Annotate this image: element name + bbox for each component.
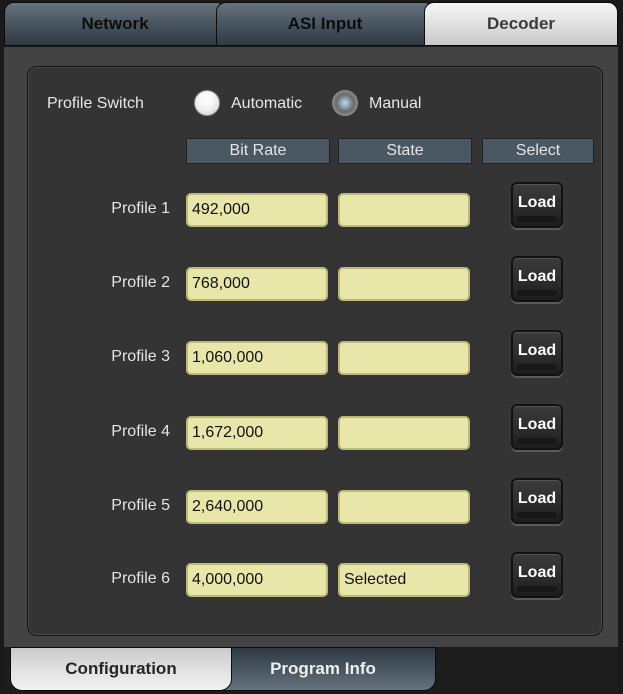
tab-configuration-label: Configuration — [65, 659, 177, 678]
profile-1-bit-rate: 492,000 — [186, 193, 328, 227]
profile-5-bit-rate: 2,640,000 — [186, 490, 328, 524]
profile-3-state — [338, 341, 470, 375]
select-header-label: Select — [515, 142, 561, 159]
profile-1-load-button[interactable]: Load — [511, 182, 563, 228]
profile-1-state — [338, 193, 470, 227]
tab-decoder-label: Decoder — [486, 14, 556, 33]
profile-6-label: Profile 6 — [111, 570, 170, 587]
profile-5-label: Profile 5 — [111, 497, 170, 514]
profile-2-state — [338, 267, 470, 301]
state-header: State — [338, 138, 472, 164]
state-header-label: State — [386, 142, 424, 159]
tab-program-info[interactable]: Program Info — [210, 647, 436, 691]
profile-6-state: Selected — [338, 563, 470, 597]
profile-5-state — [338, 490, 470, 524]
manual-radio[interactable] — [332, 90, 358, 116]
bottom-tab-bar: Program Info Configuration — [4, 647, 618, 692]
profile-5-load-button[interactable]: Load — [511, 478, 563, 524]
tab-network[interactable]: Network — [4, 2, 226, 46]
top-tab-bar: Network ASI Input Decoder — [4, 2, 618, 46]
manual-radio-label[interactable]: Manual — [369, 95, 421, 113]
profile-1-label: Profile 1 — [111, 200, 170, 217]
profile-4-label: Profile 4 — [111, 423, 170, 440]
profile-2-load-button[interactable]: Load — [511, 256, 563, 302]
tab-program-info-label: Program Info — [270, 659, 376, 678]
decoder-window: Network ASI Input Decoder Profile Switch… — [0, 0, 623, 694]
profile-3-bit-rate: 1,060,000 — [186, 341, 328, 375]
tab-asi-input[interactable]: ASI Input — [216, 2, 434, 46]
tab-decoder[interactable]: Decoder — [424, 2, 618, 46]
tab-asi-input-label: ASI Input — [287, 14, 363, 33]
profile-4-load-button[interactable]: Load — [511, 404, 563, 450]
profile-6-load-button[interactable]: Load — [511, 552, 563, 598]
tab-network-label: Network — [81, 14, 149, 33]
bit-rate-header-label: Bit Rate — [229, 142, 287, 159]
bit-rate-header: Bit Rate — [186, 138, 330, 164]
automatic-radio[interactable] — [194, 90, 220, 116]
profile-3-label: Profile 3 — [111, 348, 170, 365]
profile-3-load-button[interactable]: Load — [511, 330, 563, 376]
profile-6-bit-rate: 4,000,000 — [186, 563, 328, 597]
tab-configuration[interactable]: Configuration — [10, 647, 232, 691]
profile-switch-label: Profile Switch — [47, 95, 144, 112]
automatic-radio-label[interactable]: Automatic — [231, 95, 302, 113]
select-header: Select — [482, 138, 594, 164]
profile-2-label: Profile 2 — [111, 274, 170, 291]
profile-4-state — [338, 416, 470, 450]
profile-2-bit-rate: 768,000 — [186, 267, 328, 301]
profile-4-bit-rate: 1,672,000 — [186, 416, 328, 450]
